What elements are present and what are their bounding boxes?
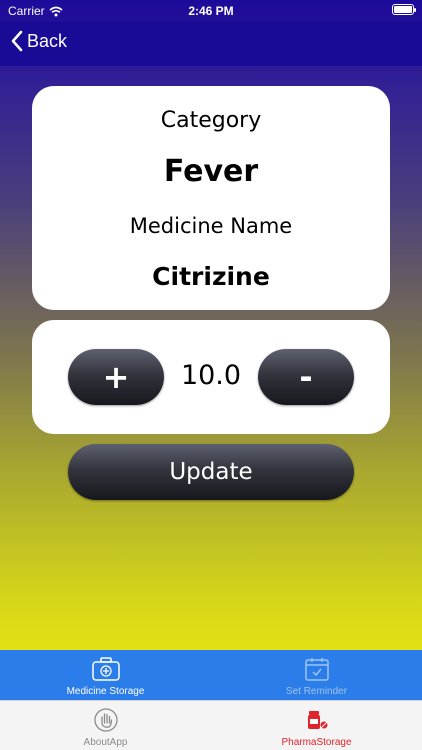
medicine-name-label: Medicine Name (129, 214, 293, 238)
quantity-card: + 10.0 - (32, 320, 390, 434)
status-right (392, 4, 416, 18)
calendar-check-icon (304, 658, 329, 681)
decrement-button[interactable]: - (258, 349, 354, 405)
update-button[interactable]: Update (68, 444, 354, 500)
navigation-bar: Back (0, 22, 422, 66)
medicine-name-value: Citrizine (152, 262, 270, 291)
category-value: Fever (163, 154, 259, 189)
tab-bar-top: Medicine Storage Set Reminder (0, 650, 422, 700)
back-label: Back (27, 30, 68, 51)
tab-bar-bottom: AboutApp PharmaStorage (0, 700, 422, 750)
app-screen: Carrier 2:46 PM Back Category Fever Medi… (0, 0, 422, 750)
tab-about-app[interactable]: AboutApp (0, 701, 211, 750)
category-label: Category (160, 108, 262, 133)
increment-button[interactable]: + (68, 349, 164, 405)
chevron-left-icon (11, 30, 23, 52)
pills-bottle-icon (307, 711, 327, 729)
back-button[interactable]: Back (10, 30, 67, 52)
tab-pharma-storage-label: PharmaStorage (281, 737, 352, 748)
tab-pharma-storage[interactable]: PharmaStorage (211, 701, 422, 750)
battery-icon (392, 4, 416, 15)
tab-medicine-storage[interactable]: Medicine Storage (0, 650, 211, 700)
status-time: 2:46 PM (188, 4, 234, 18)
tab-set-reminder[interactable]: Set Reminder (211, 650, 422, 700)
tab-set-reminder-label: Set Reminder (285, 686, 348, 697)
status-bar: Carrier 2:46 PM (0, 0, 422, 22)
tab-about-app-label: AboutApp (83, 737, 128, 748)
medicine-box-icon (91, 657, 120, 681)
tab-medicine-storage-label: Medicine Storage (66, 686, 145, 697)
quantity-value: 10.0 (180, 360, 242, 391)
hand-icon (93, 708, 118, 732)
medicine-info-card: Category Fever Medicine Name Citrizine (32, 86, 390, 310)
